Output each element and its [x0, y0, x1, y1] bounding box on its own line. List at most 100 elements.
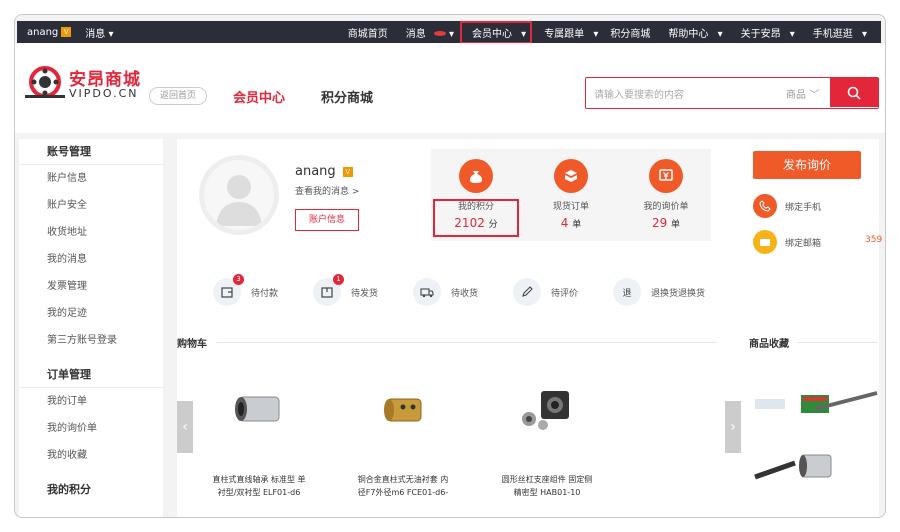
nav-messages[interactable]: 消息 ▾ — [394, 25, 460, 40]
count-badge: 3 — [233, 274, 244, 285]
nav-about[interactable]: 关于安昂 ▾ — [729, 25, 801, 40]
sidebar-item-my-orders[interactable]: 我的订单 — [19, 388, 163, 415]
sidebar-item-third-party-login[interactable]: 第三方账号登录 — [19, 327, 163, 354]
cart-prev-arrow[interactable]: ‹ — [177, 401, 193, 453]
package-icon: 1 — [313, 274, 344, 306]
view-messages-link[interactable]: 查看我的消息 > — [295, 184, 359, 197]
search-category-select[interactable]: 商品 ﹀ — [786, 86, 819, 101]
order-pending-payment[interactable]: 3 待付款 — [213, 274, 313, 307]
product-name-line1: 直柱式直线轴承 标准型 单 — [212, 475, 306, 484]
user-avatar-icon — [216, 175, 262, 226]
truck-glyph — [420, 288, 434, 298]
nav-points-mall[interactable]: 积分商城 — [604, 25, 656, 40]
vip-badge-icon: V — [342, 166, 353, 177]
box-glyph — [565, 170, 577, 182]
stat-number: 29 — [651, 216, 668, 230]
stat-unit: 单 — [671, 220, 681, 230]
phone-glyph — [759, 200, 771, 212]
header-nav-points-mall[interactable]: 积分商城 — [321, 87, 373, 106]
product-name-line2: 径F7外径m6 FCE01-d6- — [357, 488, 449, 497]
nav-about-label: 关于安昂 — [740, 28, 781, 40]
screw-support-icon — [522, 391, 569, 430]
bind-phone-link[interactable]: 绑定手机 — [753, 193, 873, 219]
phone-icon — [753, 194, 777, 218]
unread-dot-icon — [433, 31, 446, 36]
product-name-line1: 圆形丝杠支座组件 固定侧 — [501, 475, 593, 484]
search-icon — [847, 86, 861, 100]
order-pending-shipment[interactable]: 1 待发货 — [313, 274, 413, 307]
email-icon — [753, 230, 777, 254]
cart-product-card[interactable]: 直柱式直线轴承 标准型 单衬型/双衬型 ELF01-d6 — [199, 379, 319, 499]
stat-number: 4 — [560, 216, 569, 230]
return-glyph: 退 — [622, 288, 632, 299]
favorites-thumbnails[interactable] — [745, 385, 879, 495]
top-bar: anang V 消息 ▾ 商城首页 消息 ▾ 会员中心 ▾ 专属跟单 ▾ 积分商城… — [17, 20, 881, 44]
main-content: anang V 查看我的消息 > 账户信息 我的积分 2102 分 现货订单 4… — [177, 139, 883, 517]
messages-dropdown[interactable]: 消息 ▾ — [85, 25, 113, 40]
product-name: 直柱式直线轴承 标准型 单衬型/双衬型 ELF01-d6 — [199, 473, 319, 499]
nav-help[interactable]: 帮助中心 ▾ — [656, 25, 728, 40]
profile-name-text: anang — [295, 164, 336, 179]
order-returns[interactable]: 退 退换货退换货 — [613, 277, 733, 307]
sidebar-item-my-messages[interactable]: 我的消息 — [19, 246, 163, 273]
header-nav-member-center[interactable]: 会员中心 — [233, 87, 285, 106]
site-logo[interactable]: 安昂商城 VIPDO.CN — [23, 65, 143, 105]
avatar[interactable] — [199, 155, 279, 235]
product-name: 圆形丝杠支座组件 固定侧 精密型 HAB01-10 — [487, 473, 607, 499]
bind-email-link[interactable]: 绑定邮箱 — [753, 229, 873, 255]
count-badge: 1 — [333, 274, 344, 285]
search-category-label: 商品 — [786, 90, 806, 101]
sidebar-item-account-info[interactable]: 账户信息 — [19, 165, 163, 192]
cart-product-card[interactable]: 圆形丝杠支座组件 固定侧 精密型 HAB01-10 — [487, 379, 607, 499]
nav-exclusive[interactable]: 专属跟单 ▾ — [532, 25, 604, 40]
sidebar-item-invoice[interactable]: 发票管理 — [19, 273, 163, 300]
cart-product-card[interactable]: 铜合金直柱式无油衬套 内径F7外径m6 FCE01-d6- — [343, 379, 463, 499]
sidebar-item-account-security[interactable]: 账户安全 — [19, 192, 163, 219]
nav-mobile-label: 手机逛逛 — [812, 28, 853, 40]
sidebar-item-shipping-address[interactable]: 收货地址 — [19, 219, 163, 246]
username: anang — [27, 26, 59, 38]
sidebar-item-footprint[interactable]: 我的足迹 — [19, 300, 163, 327]
search-button[interactable] — [830, 78, 878, 107]
sidebar-heading-account: 账号管理 — [19, 139, 163, 165]
cart-title: 购物车 — [177, 339, 207, 350]
publish-inquiry-button[interactable]: 发布询价 — [753, 151, 861, 179]
order-pending-review[interactable]: 待评价 — [513, 277, 613, 307]
order-status-label: 待收货 — [451, 288, 479, 299]
bind-phone-label: 绑定手机 — [785, 202, 822, 213]
yen-icon — [649, 159, 683, 193]
vip-badge-icon: V — [61, 26, 72, 37]
nav-mobile[interactable]: 手机逛逛 ▾ — [801, 25, 873, 40]
cart-next-arrow[interactable]: › — [725, 401, 741, 453]
nav-member-center[interactable]: 会员中心 ▾ — [459, 20, 533, 44]
messages-label: 消息 — [85, 28, 106, 40]
nav-mall-home[interactable]: 商城首页 — [342, 25, 394, 40]
order-pending-receipt[interactable]: 待收货 — [413, 277, 513, 307]
stat-spot-orders[interactable]: 现货订单 4 单 — [526, 149, 616, 241]
bind-email-label: 绑定邮箱 — [785, 238, 822, 249]
order-status-label: 待付款 — [251, 288, 279, 299]
sidebar-item-my-inquiries[interactable]: 我的询价单 — [19, 415, 163, 442]
header: 安昂商城 VIPDO.CN 返回首页 会员中心 积分商城 请输入要搜索的内容 商… — [15, 43, 885, 133]
search-input[interactable]: 请输入要搜索的内容 — [594, 86, 684, 101]
profile-username: anang V — [295, 164, 353, 179]
wallet-icon: 3 — [213, 274, 244, 306]
account-info-button[interactable]: 账户信息 — [295, 209, 359, 231]
side-number: 359 — [865, 235, 883, 245]
stat-my-inquiries[interactable]: 我的询价单 29 单 — [621, 149, 711, 241]
bushing-image — [373, 379, 433, 439]
username-link[interactable]: anang V — [27, 26, 72, 38]
sidebar-heading-points: 我的积分 — [47, 483, 91, 496]
sidebar-item-my-favorites[interactable]: 我的收藏 — [19, 442, 163, 469]
product-name-line1: 铜合金直柱式无油衬套 内 — [357, 475, 449, 484]
sidebar: 账号管理 账户信息 账户安全 收货地址 我的消息 发票管理 我的足迹 第三方账号… — [19, 139, 163, 517]
stat-label: 我的询价单 — [643, 202, 689, 212]
nav-exclusive-label: 专属跟单 — [544, 28, 585, 40]
order-status-row: 3 待付款 1 待发货 待收货 待评价 退 退换货退换货 — [213, 274, 773, 307]
nav-help-label: 帮助中心 — [668, 28, 709, 40]
truck-icon — [413, 278, 441, 306]
nav-member-center-label: 会员中心 — [471, 28, 512, 40]
back-home-button[interactable]: 返回首页 — [149, 87, 207, 105]
package-glyph — [321, 287, 333, 298]
return-icon: 退 — [613, 278, 641, 306]
